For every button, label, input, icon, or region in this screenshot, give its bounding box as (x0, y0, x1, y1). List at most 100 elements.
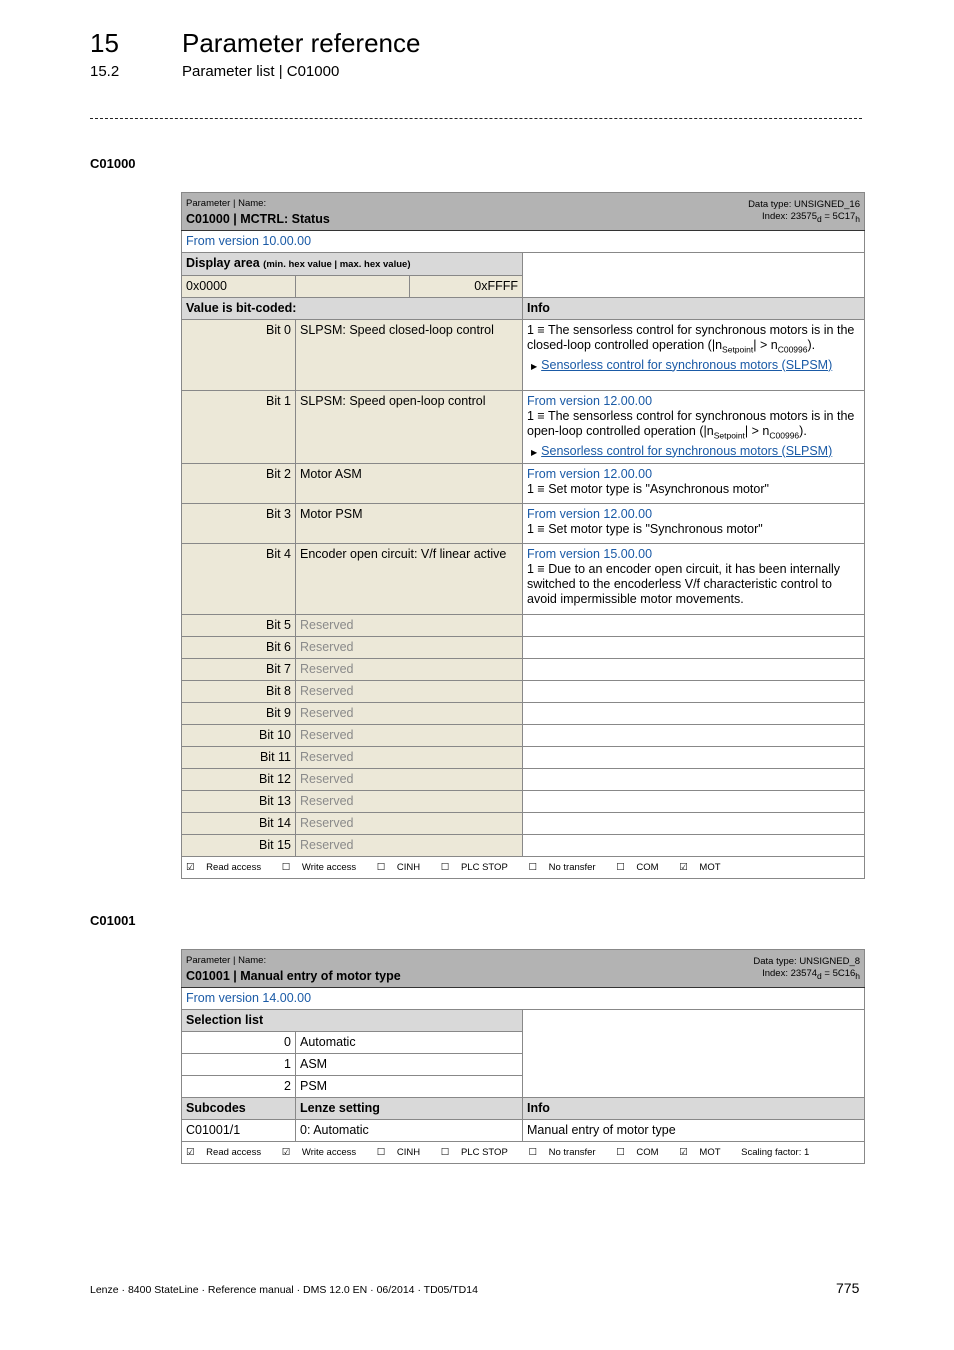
table-row: Bit 0 SLPSM: Speed closed-loop control 1… (181, 319, 865, 391)
section-number: 15.2 (90, 63, 120, 80)
subcode: C01001/1 (181, 1119, 296, 1142)
selection-list-header: Selection list (181, 1009, 523, 1032)
table-row: Bit 14 Reserved (181, 811, 865, 835)
bit-info (522, 679, 865, 703)
access-flag-read: ☑ Read access (186, 861, 262, 873)
bit-info: From version 15.00.00 1 ≡ Due to an encod… (522, 542, 865, 615)
table-row: Bit 3 Motor PSM From version 12.00.00 1 ≡… (181, 502, 865, 544)
bit-label: Bit 0 (181, 319, 296, 391)
lenze-setting-header: Lenze setting (295, 1097, 523, 1120)
c01000-table: Data type: UNSIGNED_16 Index: 23575d = 5… (181, 192, 865, 879)
table-row: Bit 10 Reserved (181, 723, 865, 747)
bit-label: Bit 10 (181, 723, 296, 747)
bit-info (522, 723, 865, 747)
bitcoded-header: Value is bit-coded: (181, 297, 523, 320)
access-flag-com: ☐ COM (616, 861, 659, 873)
bit-name: Motor ASM (295, 462, 523, 504)
bit-label: Bit 13 (181, 789, 296, 813)
table-row: Bit 9 Reserved (181, 701, 865, 725)
slpsm-link[interactable]: Sensorless control for synchronous motor… (541, 358, 832, 372)
display-area-blank (522, 252, 865, 298)
bit-info (522, 701, 865, 725)
bit-info: From version 12.00.00 1 ≡ Set motor type … (522, 502, 865, 544)
bit-label: Bit 11 (181, 745, 296, 769)
table-row: Bit 4 Encoder open circuit: V/f linear a… (181, 542, 865, 615)
access-flag-notransfer: ☐ No transfer (528, 861, 596, 873)
bit-name: Reserved (295, 679, 523, 703)
bit-label: Bit 8 (181, 679, 296, 703)
header-divider (90, 118, 862, 119)
c01000-heading: C01000 (90, 156, 136, 171)
empty-cell (295, 275, 410, 298)
c01000-access-flags: ☑ Read access ☐ Write access ☐ CINH ☐ PL… (181, 855, 865, 879)
access-flag-com: ☐ COM (616, 1147, 659, 1158)
c01001-version: From version 14.00.00 (180, 987, 866, 1010)
checkbox-checked-icon: ☑ (186, 861, 195, 873)
bit-label: Bit 4 (181, 542, 296, 615)
section-title: Parameter list | C01000 (182, 63, 340, 80)
triangle-right-icon: ▶ (531, 447, 538, 457)
c01001-heading: C01001 (90, 913, 136, 928)
bit-name: Reserved (295, 789, 523, 813)
min-value: 0x0000 (181, 275, 296, 298)
c01001-datatype-block: Data type: UNSIGNED_8 Index: 23574d = 5C… (753, 956, 860, 982)
selection-label: ASM (295, 1053, 523, 1076)
table-row: Bit 5 Reserved (181, 613, 865, 637)
table-row: Bit 13 Reserved (181, 789, 865, 813)
checkbox-checked-icon: ☑ (186, 1147, 195, 1158)
bit-label: Bit 6 (181, 635, 296, 659)
access-flag-plcstop: ☐ PLC STOP (440, 1147, 508, 1158)
c01001-data-type: Data type: UNSIGNED_8 (753, 956, 861, 967)
bit-version: From version 12.00.00 (527, 466, 653, 481)
bit-label: Bit 3 (181, 502, 296, 544)
access-flag-notransfer: ☐ No transfer (528, 1147, 596, 1158)
bit-info (522, 833, 865, 857)
bit-label: Bit 9 (181, 701, 296, 725)
c01000-index: Index: 23575d = 5C17h (762, 211, 860, 224)
access-flag-cinh: ☐ CINH (376, 861, 421, 873)
checkbox-unchecked-icon: ☐ (376, 1147, 386, 1158)
bit-info (522, 657, 865, 681)
checkbox-unchecked-icon: ☐ (440, 1147, 450, 1158)
bit-label: Bit 15 (181, 833, 296, 857)
selection-value: 0 (181, 1031, 296, 1054)
checkbox-unchecked-icon: ☐ (440, 861, 450, 873)
selection-blank (521, 1009, 866, 1098)
max-value: 0xFFFF (409, 275, 523, 298)
bit-info: From version 12.00.00 1 ≡ The sensorless… (522, 390, 865, 464)
access-flag-plcstop: ☐ PLC STOP (440, 861, 508, 873)
bit-name: Reserved (295, 613, 523, 637)
table-row: Bit 12 Reserved (181, 767, 865, 791)
subcode-row: C01001/1 0: Automatic Manual entry of mo… (181, 1119, 866, 1142)
bit-info (522, 789, 865, 813)
table-row: Bit 8 Reserved (181, 679, 865, 703)
chapter-number: 15 (90, 28, 119, 58)
bit-name: Reserved (295, 657, 523, 681)
selection-value: 2 (181, 1075, 296, 1098)
selection-value: 1 (181, 1053, 296, 1076)
bit-label: Bit 7 (181, 657, 296, 681)
page-number: 775 (836, 1280, 860, 1296)
slpsm-link[interactable]: Sensorless control for synchronous motor… (541, 444, 832, 458)
triangle-right-icon: ▶ (531, 361, 538, 371)
bit-info (522, 767, 865, 791)
c01001-access-flags: ☑ Read access ☑ Write access ☐ CINH ☐ PL… (180, 1141, 866, 1164)
c01000-data-type: Data type: UNSIGNED_16 (748, 199, 860, 210)
checkbox-unchecked-icon: ☐ (528, 1147, 537, 1158)
bit-name: Reserved (295, 701, 523, 725)
bit-name: Reserved (295, 635, 523, 659)
bit-label: Bit 1 (181, 390, 296, 464)
selection-label: Automatic (295, 1031, 523, 1054)
bit-label: Bit 14 (181, 811, 296, 835)
bit-info (522, 745, 865, 769)
c01001-table: Data type: UNSIGNED_8 Index: 23574d = 5C… (180, 949, 866, 1164)
checkbox-unchecked-icon: ☐ (528, 861, 537, 873)
table-row: Bit 11 Reserved (181, 745, 865, 769)
selection-label: PSM (295, 1075, 523, 1098)
chapter-title: Parameter reference (182, 28, 421, 58)
checkbox-unchecked-icon: ☐ (281, 861, 291, 873)
table-row: Bit 2 Motor ASM From version 12.00.00 1 ≡… (181, 462, 865, 504)
bit-info: 1 ≡ The sensorless control for synchrono… (522, 319, 865, 391)
bit-name: SLPSM: Speed open-loop control (295, 390, 523, 464)
table-row: Bit 7 Reserved (181, 657, 865, 681)
